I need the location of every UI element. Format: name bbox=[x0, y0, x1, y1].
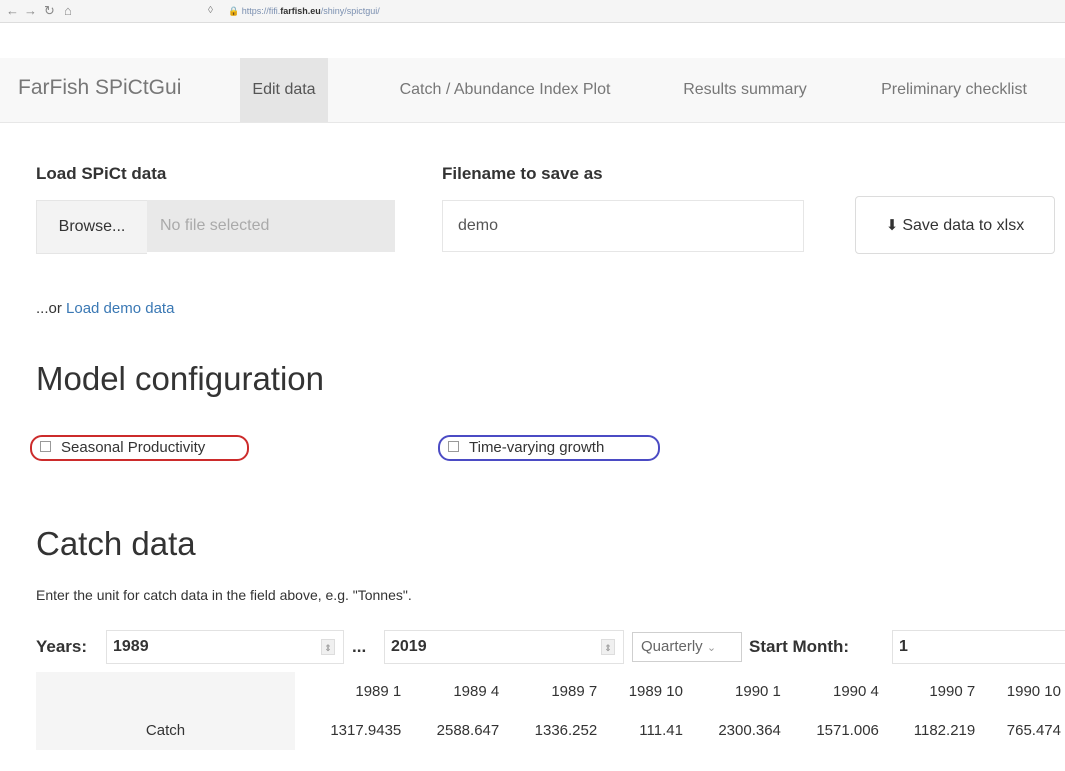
table-cell[interactable]: 765.474 bbox=[979, 711, 1065, 750]
start-month-label: Start Month: bbox=[749, 637, 850, 656]
catch-unit-description: Enter the unit for catch data in the fie… bbox=[36, 587, 412, 603]
start-month-value: 1 bbox=[899, 638, 908, 655]
table-header-cell: 1989 4 bbox=[453, 683, 500, 700]
table-header-cell: 1989 1 bbox=[355, 683, 402, 700]
browser-toolbar: ← → ↻ ⌂ ◊ 🔒 https://fifi.farfish.eu/shin… bbox=[0, 0, 1065, 23]
table-cell[interactable]: 1336.252 bbox=[503, 711, 601, 750]
filename-input[interactable] bbox=[442, 200, 804, 252]
catch-data-table: 1989 1 1989 4 1989 7 1989 10 1990 1 1990… bbox=[36, 672, 1065, 750]
save-button-label: Save data to xlsx bbox=[902, 217, 1025, 234]
catch-data-heading: Catch data bbox=[36, 525, 196, 562]
year-from-input[interactable]: 1989 ⇕ bbox=[106, 630, 344, 664]
checkbox-icon[interactable] bbox=[40, 440, 51, 452]
file-status-field: No file selected bbox=[147, 200, 395, 252]
url-prefix: https://fifi. bbox=[241, 6, 281, 16]
table-header-cell: 1989 7 bbox=[551, 683, 598, 700]
year-to-input[interactable]: 2019 ⇕ bbox=[384, 630, 624, 664]
checkbox-icon[interactable] bbox=[448, 440, 459, 452]
tab-catch-abundance-plot[interactable]: Catch / Abundance Index Plot bbox=[370, 58, 640, 122]
demo-data-line: ...or Load demo data bbox=[36, 300, 174, 317]
back-icon[interactable]: ← bbox=[6, 3, 19, 19]
seasonal-productivity-label: Seasonal Productivity bbox=[61, 439, 206, 456]
shield-icon[interactable]: ◊ bbox=[208, 3, 213, 19]
table-corner-cell bbox=[36, 672, 295, 711]
tab-edit-data[interactable]: Edit data bbox=[240, 58, 328, 122]
forward-icon[interactable]: → bbox=[24, 3, 37, 19]
frequency-value: Quarterly bbox=[641, 638, 703, 655]
table-cell[interactable]: 2300.364 bbox=[687, 711, 785, 750]
table-header-cell: 1990 10 bbox=[1006, 683, 1061, 700]
table-cell[interactable]: 2588.647 bbox=[405, 711, 503, 750]
table-cell[interactable]: 1317.9435 bbox=[295, 711, 405, 750]
table-cell[interactable]: 111.41 bbox=[601, 711, 687, 750]
download-icon: ⬇ bbox=[885, 217, 899, 234]
filename-heading: Filename to save as bbox=[442, 164, 603, 183]
table-row-label: Catch bbox=[36, 711, 295, 750]
table-cell[interactable]: 1182.219 bbox=[883, 711, 979, 750]
or-text: ...or bbox=[36, 300, 67, 317]
reload-icon[interactable]: ↻ bbox=[44, 3, 55, 19]
year-from-value: 1989 bbox=[113, 638, 149, 655]
address-bar[interactable]: 🔒 https://fifi.farfish.eu/shiny/spictgui… bbox=[228, 3, 1058, 19]
table-header-cell: 1990 4 bbox=[833, 683, 879, 700]
home-icon[interactable]: ⌂ bbox=[64, 3, 72, 19]
seasonal-productivity-checkbox[interactable]: Seasonal Productivity bbox=[30, 435, 249, 461]
model-config-heading: Model configuration bbox=[36, 360, 325, 397]
load-demo-link[interactable]: Load demo data bbox=[66, 300, 174, 317]
lock-icon: 🔒 bbox=[228, 6, 240, 16]
load-data-heading: Load SPiCt data bbox=[36, 164, 167, 183]
app-navbar: FarFish SPiCtGui Edit data Catch / Abund… bbox=[0, 58, 1065, 123]
url-host: farfish.eu bbox=[280, 6, 321, 16]
tab-preliminary-checklist[interactable]: Preliminary checklist bbox=[848, 58, 1060, 122]
url-suffix: /shiny/spictgui/ bbox=[320, 6, 380, 16]
year-from-spinner-icon[interactable]: ⇕ bbox=[321, 639, 335, 655]
browse-button[interactable]: Browse... bbox=[36, 200, 147, 254]
frequency-select[interactable]: Quarterly ⌄ bbox=[632, 632, 742, 662]
app-title[interactable]: FarFish SPiCtGui bbox=[18, 76, 181, 100]
time-varying-growth-label: Time-varying growth bbox=[469, 439, 605, 456]
time-varying-growth-checkbox[interactable]: Time-varying growth bbox=[438, 435, 660, 461]
start-month-input[interactable]: 1 bbox=[892, 630, 1065, 664]
year-to-spinner-icon[interactable]: ⇕ bbox=[601, 639, 615, 655]
table-header-cell: 1990 1 bbox=[735, 683, 781, 700]
year-to-value: 2019 bbox=[391, 638, 427, 655]
table-header-row: 1989 1 1989 4 1989 7 1989 10 1990 1 1990… bbox=[36, 672, 1065, 711]
tab-results-summary[interactable]: Results summary bbox=[662, 58, 828, 122]
save-xlsx-button[interactable]: ⬇ Save data to xlsx bbox=[855, 196, 1055, 254]
table-row: Catch 1317.9435 2588.647 1336.252 111.41… bbox=[36, 711, 1065, 750]
years-label: Years: bbox=[36, 637, 88, 656]
table-cell[interactable]: 1571.006 bbox=[785, 711, 883, 750]
chevron-down-icon: ⌄ bbox=[706, 642, 717, 654]
table-header-cell: 1990 7 bbox=[929, 683, 976, 700]
table-header-cell: 1989 10 bbox=[628, 683, 683, 700]
year-range-separator: ... bbox=[352, 637, 367, 656]
